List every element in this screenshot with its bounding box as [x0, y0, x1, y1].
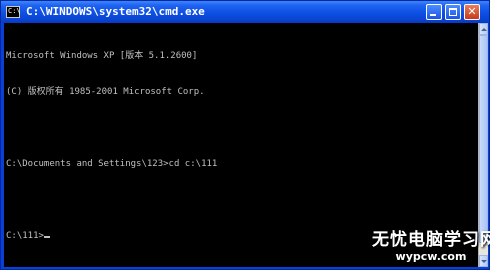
console-line-copyright: (C) 版权所有 1985-2001 Microsoft Corp. — [6, 87, 205, 97]
minimize-button[interactable] — [426, 4, 442, 20]
window-title: C:\WINDOWS\system32\cmd.exe — [26, 5, 205, 18]
scroll-thumb[interactable] — [479, 35, 488, 243]
console-line-blank-1 — [6, 122, 217, 134]
console-line-prompt[interactable]: C:\111> — [6, 230, 217, 242]
console-output: Microsoft Windows XP [版本 5.1.2600] (C) 版… — [6, 26, 217, 266]
title-bar[interactable]: C:\ C:\WINDOWS\system32\cmd.exe ✕ — [1, 1, 489, 23]
console-line-blank-2 — [6, 194, 217, 206]
console-icon-text: C:\ — [8, 7, 21, 15]
scroll-up-button[interactable] — [479, 23, 488, 35]
close-icon: ✕ — [467, 5, 477, 18]
text-cursor — [43, 236, 50, 238]
prompt-text: C:\111> — [6, 231, 44, 241]
console-line-cd-command: C:\Documents and Settings\123>cd c:\111 — [6, 159, 218, 169]
console-line-version: Microsoft Windows XP [版本 5.1.2600] — [6, 51, 198, 61]
console-icon[interactable]: C:\ — [6, 6, 21, 18]
maximize-icon — [449, 8, 457, 16]
watermark-url: wypcw.com — [395, 250, 467, 263]
maximize-button[interactable] — [445, 4, 461, 20]
watermark-site-name: 无忧电脑学习网 — [372, 230, 490, 250]
watermark: 无忧电脑学习网 wypcw.com — [372, 230, 490, 263]
arrow-up-icon — [481, 28, 487, 31]
close-button[interactable]: ✕ — [464, 4, 480, 20]
minimize-icon — [430, 14, 436, 16]
